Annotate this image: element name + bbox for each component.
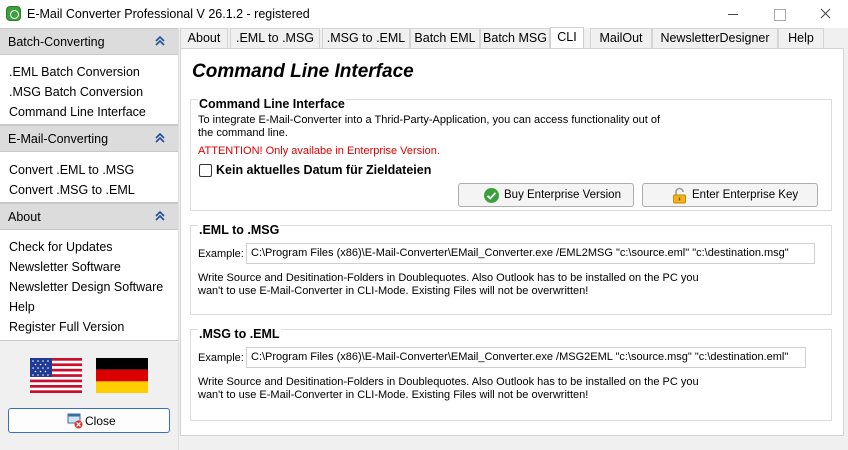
check-circle-icon bbox=[483, 187, 500, 204]
link-cli[interactable]: Command Line Interface bbox=[9, 105, 146, 119]
tab-msg-to-eml[interactable]: .MSG to .EML bbox=[322, 28, 410, 48]
app-icon bbox=[6, 6, 21, 21]
link-help[interactable]: Help bbox=[9, 300, 35, 314]
window-close-button[interactable] bbox=[802, 0, 848, 28]
cli-panel: Command Line Interface Command Line Inte… bbox=[180, 48, 844, 436]
section-body-email: Convert .EML to .MSG Convert .MSG to .EM… bbox=[0, 152, 178, 203]
group-title: .EML to .MSG bbox=[198, 223, 281, 237]
title-bar: E-Mail Converter Professional V 26.1.2 -… bbox=[0, 0, 848, 28]
minimize-button[interactable] bbox=[710, 0, 756, 28]
link-newsletter-design[interactable]: Newsletter Design Software bbox=[9, 280, 163, 294]
buy-enterprise-label: Buy Enterprise Version bbox=[504, 189, 621, 201]
tab-cli[interactable]: CLI bbox=[550, 27, 584, 48]
sidebar: Batch-Converting .EML Batch Conversion .… bbox=[0, 28, 179, 450]
tab-batch-eml[interactable]: Batch EML bbox=[410, 28, 480, 48]
collapse-chevron-icon[interactable] bbox=[153, 130, 167, 146]
link-eml-batch[interactable]: .EML Batch Conversion bbox=[9, 65, 140, 79]
tab-newsletter-designer[interactable]: NewsletterDesigner bbox=[652, 28, 778, 48]
note-text: Write Source and Desitination-Folders in… bbox=[198, 272, 699, 284]
description-text: the command line. bbox=[198, 127, 288, 139]
maximize-button[interactable] bbox=[756, 0, 802, 28]
note-text: Write Source and Desitination-Folders in… bbox=[198, 376, 699, 388]
example-label: Example: bbox=[198, 248, 244, 260]
tab-mailout[interactable]: MailOut bbox=[590, 28, 652, 48]
no-date-checkbox-label[interactable]: Kein aktuelles Datum für Zieldateien bbox=[216, 163, 431, 177]
tab-about[interactable]: About bbox=[180, 28, 228, 48]
section-title: E-Mail-Converting bbox=[8, 132, 109, 146]
section-header-about[interactable]: About bbox=[0, 203, 178, 230]
msg-to-eml-group: .MSG to .EML Example: C:\Program Files (… bbox=[190, 327, 832, 421]
note-text: wan't to use E-Mail-Converter in CLI-Mod… bbox=[198, 285, 589, 297]
link-convert-msg-eml[interactable]: Convert .MSG to .EML bbox=[9, 183, 135, 197]
link-msg-batch[interactable]: .MSG Batch Conversion bbox=[9, 85, 143, 99]
collapse-chevron-icon[interactable] bbox=[153, 208, 167, 224]
note-text: wan't to use E-Mail-Converter in CLI-Mod… bbox=[198, 389, 589, 401]
tab-strip: About .EML to .MSG .MSG to .EML Batch EM… bbox=[180, 27, 848, 48]
group-title: .MSG to .EML bbox=[198, 327, 281, 341]
page-title: Command Line Interface bbox=[192, 61, 414, 82]
section-body-about: Check for Updates Newsletter Software Ne… bbox=[0, 230, 178, 341]
group-title: Command Line Interface bbox=[198, 97, 346, 111]
eml-to-msg-group: .EML to .MSG Example: C:\Program Files (… bbox=[190, 223, 832, 315]
cli-group: Command Line Interface To integrate E-Ma… bbox=[190, 97, 832, 211]
section-title: Batch-Converting bbox=[8, 35, 105, 49]
window-title: E-Mail Converter Professional V 26.1.2 -… bbox=[27, 7, 310, 21]
tab-eml-to-msg[interactable]: .EML to .MSG bbox=[230, 28, 320, 48]
no-date-checkbox[interactable] bbox=[199, 164, 212, 177]
description-text: To integrate E-Mail-Converter into a Thr… bbox=[198, 114, 661, 126]
enter-key-label: Enter Enterprise Key bbox=[692, 189, 799, 201]
enter-enterprise-key-button[interactable]: Enter Enterprise Key bbox=[642, 183, 818, 207]
attention-text: ATTENTION! Only availabe in Enterprise V… bbox=[198, 145, 440, 157]
close-button-label: Close bbox=[85, 414, 116, 428]
section-body-batch: .EML Batch Conversion .MSG Batch Convers… bbox=[0, 55, 178, 125]
link-register[interactable]: Register Full Version bbox=[9, 320, 124, 334]
close-button[interactable]: Close bbox=[8, 408, 170, 433]
eml-example-field[interactable]: C:\Program Files (x86)\E-Mail-Converter\… bbox=[246, 243, 815, 264]
buy-enterprise-button[interactable]: Buy Enterprise Version bbox=[458, 183, 634, 207]
link-check-updates[interactable]: Check for Updates bbox=[9, 240, 113, 254]
collapse-chevron-icon[interactable] bbox=[153, 33, 167, 49]
link-convert-eml-msg[interactable]: Convert .EML to .MSG bbox=[9, 163, 134, 177]
tab-help[interactable]: Help bbox=[778, 28, 824, 48]
close-window-icon bbox=[67, 413, 83, 429]
german-flag-icon[interactable] bbox=[96, 358, 148, 393]
example-label: Example: bbox=[198, 352, 244, 364]
section-header-batch-converting[interactable]: Batch-Converting bbox=[0, 28, 178, 55]
us-flag-icon[interactable] bbox=[30, 358, 82, 393]
link-newsletter-software[interactable]: Newsletter Software bbox=[9, 260, 121, 274]
section-title: About bbox=[8, 210, 41, 224]
section-header-email-converting[interactable]: E-Mail-Converting bbox=[0, 125, 178, 152]
tab-batch-msg[interactable]: Batch MSG bbox=[480, 28, 550, 48]
unlock-icon bbox=[671, 187, 688, 204]
msg-example-field[interactable]: C:\Program Files (x86)\E-Mail-Converter\… bbox=[246, 347, 806, 368]
